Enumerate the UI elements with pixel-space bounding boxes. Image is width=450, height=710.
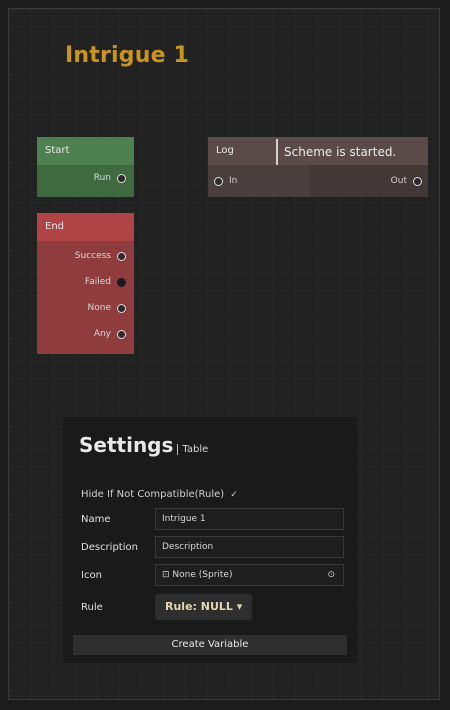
port-label-success: Success xyxy=(74,251,111,261)
start-node-header[interactable]: Start xyxy=(37,137,134,165)
port-in-icon[interactable] xyxy=(214,176,223,186)
scheme-title: Intrigue 1 xyxy=(65,43,190,68)
log-node[interactable]: Log Scheme is started. In Out xyxy=(208,137,428,197)
create-variable-button[interactable]: Create Variable xyxy=(73,635,347,655)
settings-title: Settings xyxy=(79,433,174,457)
port-row-run: Run xyxy=(37,165,134,191)
end-node-body: Success Failed None Any xyxy=(37,241,134,354)
icon-row: Icon ⊡ None (Sprite) ⊙ xyxy=(81,564,344,586)
log-node-title: Log xyxy=(216,145,234,156)
port-none-icon[interactable] xyxy=(117,303,126,313)
port-row-failed: Failed xyxy=(37,269,134,295)
icon-label: Icon xyxy=(81,569,102,581)
start-node[interactable]: Start Run xyxy=(37,137,134,197)
hide-if-not-compatible-label: Hide If Not Compatible(Rule) xyxy=(81,489,225,500)
port-any-icon[interactable] xyxy=(117,329,126,339)
settings-subtitle: Table xyxy=(177,444,208,455)
name-field[interactable]: Intrigue 1 xyxy=(155,508,344,530)
port-success-icon[interactable] xyxy=(117,251,126,261)
description-row: Description Description xyxy=(81,536,344,558)
description-label: Description xyxy=(81,541,138,553)
sprite-icon: ⊡ xyxy=(162,570,170,580)
name-row: Name Intrigue 1 xyxy=(81,508,344,530)
port-out-icon[interactable] xyxy=(413,176,422,186)
rule-row: Rule Rule: NULL ▾ xyxy=(81,593,253,621)
port-label-failed: Failed xyxy=(84,277,111,287)
settings-header: Settings Table xyxy=(79,433,208,457)
log-out-port-row: Out xyxy=(310,165,428,197)
icon-object-field[interactable]: ⊡ None (Sprite) ⊙ xyxy=(155,564,344,586)
port-row-any: Any xyxy=(37,321,134,347)
checkmark-icon[interactable]: ✓ xyxy=(230,490,238,500)
end-node-header[interactable]: End xyxy=(37,213,134,241)
port-label-out: Out xyxy=(390,176,407,186)
port-label-any: Any xyxy=(93,329,111,339)
rule-dropdown[interactable]: Rule: NULL ▾ xyxy=(155,594,253,620)
log-in-port-row: In xyxy=(208,165,310,197)
object-picker-icon[interactable]: ⊙ xyxy=(327,565,335,585)
icon-field-value: None (Sprite) xyxy=(172,570,233,580)
graph-canvas[interactable]: Intrigue 1 Start Run End Success Failed … xyxy=(8,8,440,700)
settings-panel: Settings Table Hide If Not Compatible(Ru… xyxy=(63,417,357,663)
log-message-field[interactable]: Scheme is started. xyxy=(276,139,396,165)
rule-label: Rule xyxy=(81,601,103,613)
port-label-none: None xyxy=(87,303,111,313)
port-failed-icon[interactable] xyxy=(117,277,126,287)
start-node-body: Run xyxy=(37,165,134,197)
port-label-run: Run xyxy=(93,173,111,183)
end-node[interactable]: End Success Failed None Any xyxy=(37,213,134,354)
port-label-in: In xyxy=(229,176,238,186)
hide-if-not-compatible-toggle[interactable]: Hide If Not Compatible(Rule) ✓ xyxy=(81,489,238,500)
port-row-success: Success xyxy=(37,243,134,269)
log-node-body: In Out xyxy=(208,165,428,197)
port-row-none: None xyxy=(37,295,134,321)
name-label: Name xyxy=(81,513,111,525)
description-field[interactable]: Description xyxy=(155,536,344,558)
log-node-header[interactable]: Log Scheme is started. xyxy=(208,137,428,165)
port-run-icon[interactable] xyxy=(117,173,126,183)
